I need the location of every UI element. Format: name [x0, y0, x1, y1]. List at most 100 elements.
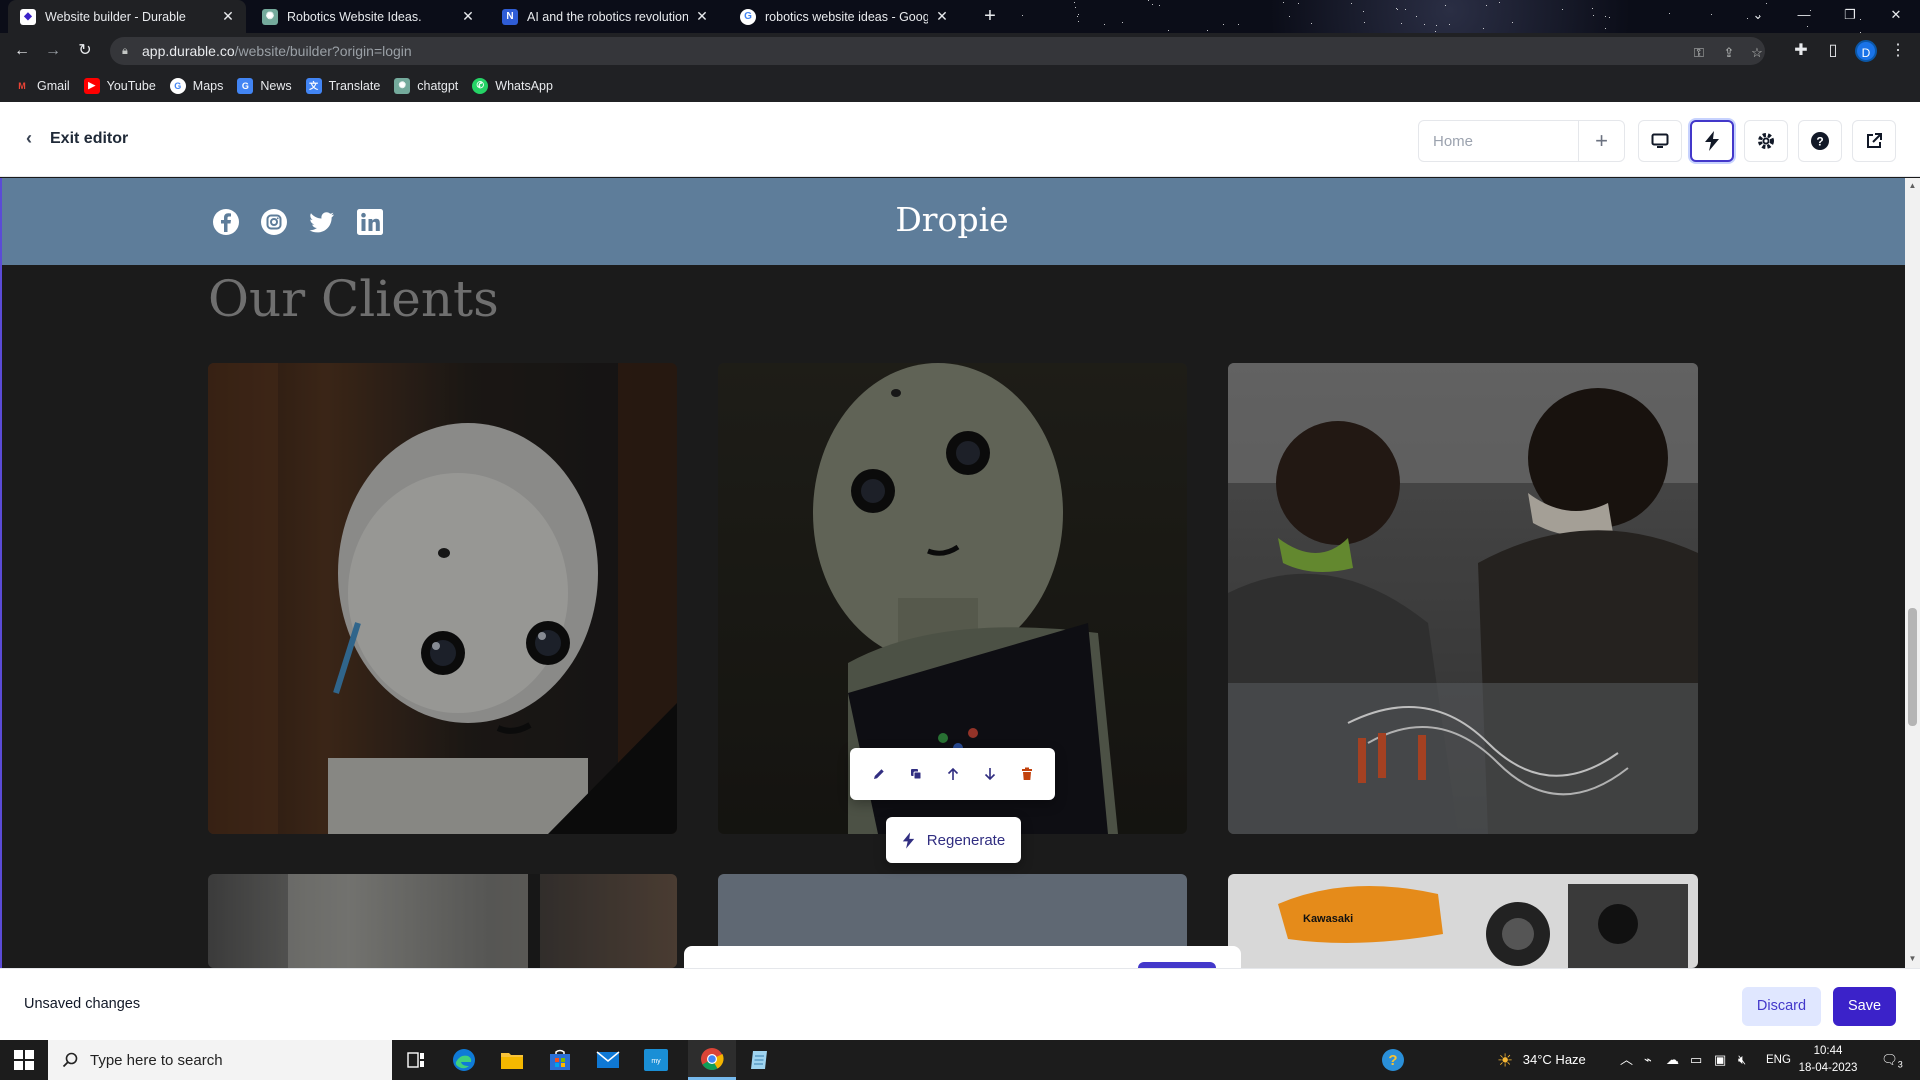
side-panel-icon[interactable]: ▯ — [1821, 39, 1845, 63]
durable-icon: ◆ — [20, 8, 36, 25]
move-up-icon — [947, 767, 958, 780]
system-clock[interactable]: 10:44 18-04-2023 — [1798, 1043, 1858, 1077]
task-view-button[interactable] — [392, 1040, 440, 1080]
instagram-icon[interactable] — [260, 208, 288, 236]
taskbar-search[interactable]: Type here to search — [48, 1040, 392, 1080]
bookmark-translate[interactable]: 文 Translate — [305, 77, 380, 94]
star — [1486, 5, 1488, 7]
tab-google-search[interactable]: G robotics website ideas - Google ✕ — [728, 0, 960, 33]
move-down-button[interactable] — [977, 761, 1003, 787]
site-brand-logo[interactable]: Dropie — [882, 200, 1022, 239]
back-arrow-icon[interactable]: ← — [10, 39, 34, 63]
ai-tools-button[interactable] — [1690, 120, 1734, 162]
client-card-window[interactable] — [208, 874, 677, 968]
store-app[interactable] — [536, 1040, 584, 1080]
bookmark-label: chatgpt — [417, 78, 459, 93]
address-bar[interactable]: 🔒︎ app.durable.co/website/builder?origin… — [110, 37, 1765, 65]
bookmark-star-icon[interactable]: ☆ — [1747, 43, 1767, 63]
move-up-button[interactable] — [940, 761, 966, 787]
client-card-kawasaki[interactable]: Kawasaki — [1228, 874, 1698, 968]
file-explorer-app[interactable] — [488, 1040, 536, 1080]
help-icon: ? — [1811, 132, 1829, 150]
windows-start-icon[interactable] — [14, 1050, 34, 1070]
notification-icon: 🗨︎ — [1881, 1052, 1898, 1067]
linkedin-icon[interactable] — [356, 208, 384, 236]
share-icon[interactable]: ⇪ — [1719, 43, 1739, 63]
show-hidden-icons[interactable]: ︿ — [1620, 1040, 1633, 1080]
chrome-app[interactable] — [688, 1040, 736, 1080]
help-button[interactable]: ? — [1798, 120, 1842, 162]
menu-kebab-icon[interactable]: ⋮ — [1886, 39, 1910, 63]
close-icon[interactable]: ✕ — [694, 8, 710, 25]
new-tab-button[interactable]: + — [978, 4, 1002, 28]
notification-count: 3 — [1897, 1059, 1903, 1070]
clock-time: 10:44 — [1813, 1045, 1843, 1057]
bookmarks-bar: M Gmail ▶ YouTube G Maps G News 文 Translate ✺… — [0, 69, 1920, 102]
close-icon[interactable]: ✕ — [220, 8, 236, 25]
folder-icon — [501, 1053, 523, 1069]
block-toolbar — [850, 748, 1055, 800]
duplicate-button[interactable] — [903, 761, 929, 787]
cloud-icon[interactable]: ☁ — [1666, 1040, 1679, 1080]
bookmark-chatgpt[interactable]: ✺ chatgpt — [394, 77, 459, 94]
minimize-button[interactable]: — — [1781, 0, 1827, 33]
star — [1074, 6, 1076, 8]
mail-app[interactable] — [584, 1040, 632, 1080]
desktop-preview-button[interactable] — [1638, 120, 1682, 162]
page-selector[interactable]: Home + — [1418, 120, 1625, 162]
delete-button[interactable] — [1014, 761, 1040, 787]
bookmark-gmail[interactable]: M Gmail — [14, 78, 69, 94]
scroll-down-arrow-icon[interactable]: ▼ — [1908, 954, 1917, 963]
forward-arrow-icon[interactable]: → — [41, 39, 65, 63]
edit-button[interactable] — [866, 761, 892, 787]
usb-icon[interactable]: ⌁ — [1644, 1040, 1652, 1080]
display-icon[interactable]: ▣ — [1714, 1040, 1726, 1080]
reload-icon[interactable]: ↻ — [73, 39, 97, 63]
exit-editor-button[interactable]: ‹ Exit editor — [26, 128, 128, 149]
add-page-button[interactable]: + — [1578, 121, 1624, 161]
settings-button[interactable] — [1744, 120, 1788, 162]
edge-app[interactable] — [440, 1040, 488, 1080]
open-site-button[interactable] — [1852, 120, 1896, 162]
notifications-button[interactable]: 🗨︎3 — [1872, 1040, 1912, 1080]
myasus-app[interactable]: my — [632, 1040, 680, 1080]
input-language[interactable]: ENG — [1766, 1040, 1791, 1080]
save-button[interactable]: Save — [1833, 987, 1896, 1026]
client-card-robot-1[interactable] — [208, 363, 677, 834]
client-card-engineers[interactable] — [1228, 363, 1698, 834]
star — [1561, 8, 1563, 10]
twitter-icon[interactable] — [308, 208, 336, 236]
url-host: app.durable.co — [142, 43, 235, 59]
bookmark-youtube[interactable]: ▶ YouTube — [83, 77, 156, 94]
tab-website-builder[interactable]: ◆ Website builder - Durable ✕ — [8, 0, 246, 33]
profile-avatar[interactable]: D — [1855, 40, 1877, 62]
close-icon[interactable]: ✕ — [460, 8, 476, 25]
canvas-scrollbar[interactable]: ▲ ▼ — [1905, 178, 1920, 968]
bookmark-whatsapp[interactable]: ✆ WhatsApp — [472, 77, 553, 94]
bookmark-label: WhatsApp — [495, 78, 553, 93]
extensions-icon[interactable]: ✚ — [1789, 39, 1813, 63]
notepad-app[interactable] — [736, 1040, 784, 1080]
tab-search-icon[interactable]: ⌄ — [1735, 0, 1781, 33]
regenerate-button[interactable]: Regenerate — [886, 817, 1021, 863]
scrollbar-thumb[interactable] — [1908, 608, 1917, 726]
discard-button[interactable]: Discard — [1742, 987, 1821, 1026]
bookmark-maps[interactable]: G Maps — [169, 77, 223, 94]
star — [1483, 27, 1485, 29]
tab-robotics-ideas[interactable]: ✺ Robotics Website Ideas. ✕ — [250, 0, 486, 33]
myasus-icon: my — [644, 1049, 668, 1071]
weather-widget[interactable]: ☀ 34°C Haze — [1497, 1040, 1586, 1080]
facebook-icon[interactable] — [212, 208, 240, 236]
help-app[interactable]: ? — [1369, 1040, 1417, 1080]
volume-muted-icon[interactable]: 🔇︎ — [1738, 1040, 1746, 1080]
scroll-up-arrow-icon[interactable]: ▲ — [1908, 181, 1917, 190]
close-icon[interactable]: ✕ — [934, 8, 950, 25]
tab-ai-robotics[interactable]: N AI and the robotics revolution W ✕ — [490, 0, 720, 33]
restore-button[interactable]: ❐ — [1827, 0, 1873, 33]
help-icon: ? — [1382, 1049, 1404, 1071]
close-window-button[interactable]: ✕ — [1873, 0, 1919, 33]
network-icon[interactable]: ▭ — [1690, 1040, 1702, 1080]
key-icon[interactable]: ⚿ — [1689, 43, 1709, 63]
notion-icon: N — [502, 8, 518, 25]
bookmark-news[interactable]: G News — [237, 77, 292, 94]
